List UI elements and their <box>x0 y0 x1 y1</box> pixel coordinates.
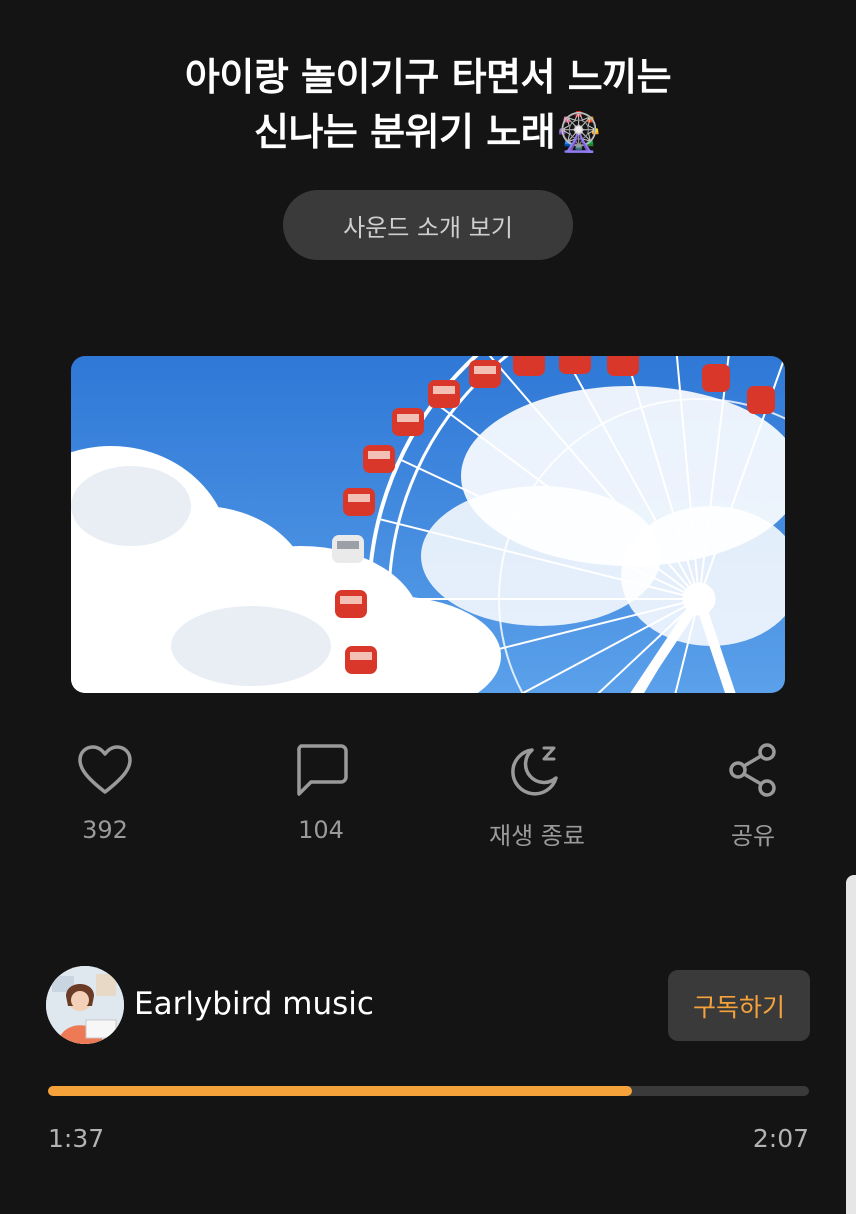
like-button[interactable]: 392 <box>25 740 185 844</box>
share-label: 공유 <box>730 822 776 850</box>
sound-intro-button[interactable]: 사운드 소개 보기 <box>283 190 573 260</box>
current-time: 1:37 <box>48 1124 105 1153</box>
sleep-timer-label: 재생 종료 <box>489 822 585 850</box>
title-line-2: 신나는 분위기 노래🎡 <box>254 110 602 154</box>
sleep-timer-icon <box>507 740 567 800</box>
sound-title: 아이랑 놀이기구 타면서 느끼는 신나는 분위기 노래🎡 <box>0 50 856 160</box>
share-icon <box>723 740 783 800</box>
channel-name[interactable]: Earlybird music <box>134 986 374 1022</box>
playback-progress-fill <box>48 1086 632 1096</box>
share-button[interactable]: 공유 <box>673 740 833 851</box>
subscribe-button[interactable]: 구독하기 <box>668 970 810 1041</box>
comment-button[interactable]: 104 <box>241 740 401 844</box>
heart-icon <box>75 740 135 800</box>
like-count: 392 <box>82 816 128 844</box>
title-line-1: 아이랑 놀이기구 타면서 느끼는 <box>184 55 672 99</box>
action-bar: 392 104 재생 종료 공유 <box>0 740 856 860</box>
comment-icon <box>291 740 351 800</box>
channel-avatar[interactable] <box>46 966 124 1044</box>
playback-progress-bar[interactable] <box>48 1086 809 1096</box>
cover-image-ferris-wheel <box>71 356 785 693</box>
scrollbar[interactable] <box>846 875 856 1214</box>
channel-row: Earlybird music 구독하기 <box>46 966 810 1046</box>
comment-count: 104 <box>298 816 344 844</box>
total-time: 2:07 <box>752 1124 809 1153</box>
sleep-timer-button[interactable]: 재생 종료 <box>457 740 617 851</box>
